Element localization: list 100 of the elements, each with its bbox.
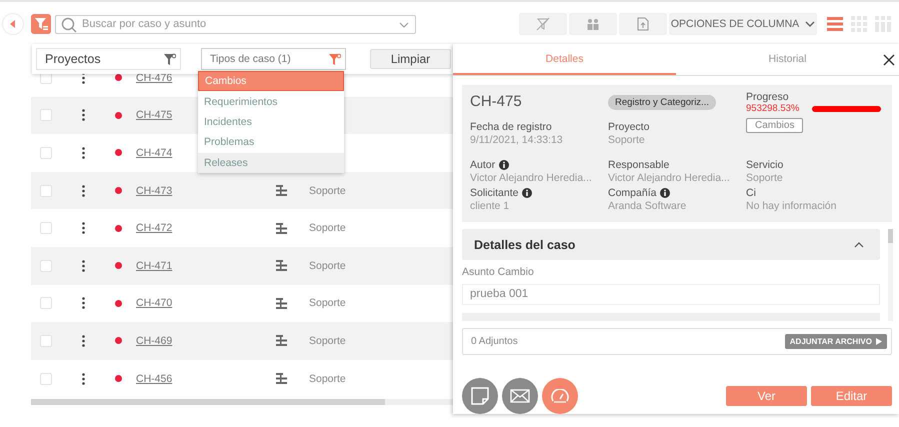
filter-button[interactable] bbox=[31, 14, 51, 34]
case-type-option[interactable]: Releases bbox=[198, 152, 344, 173]
field-label: Ci bbox=[746, 187, 756, 199]
subject-field[interactable]: prueba 001 bbox=[462, 284, 880, 306]
field-label: Autor bbox=[470, 159, 496, 171]
case-link[interactable]: CH-456 bbox=[136, 372, 172, 385]
field-value: Aranda Software bbox=[608, 200, 688, 214]
panel-tab[interactable]: Historial bbox=[676, 44, 899, 75]
row-checkbox[interactable] bbox=[40, 372, 52, 385]
case-link[interactable]: CH-473 bbox=[136, 184, 172, 197]
view-button[interactable]: Ver bbox=[726, 386, 807, 406]
case-link[interactable]: CH-470 bbox=[136, 297, 172, 310]
row-checkbox[interactable] bbox=[40, 184, 52, 197]
scrollbar-thumb[interactable] bbox=[888, 229, 893, 243]
chevron-icon[interactable] bbox=[854, 242, 864, 248]
edit-button[interactable]: Editar bbox=[811, 386, 892, 406]
more-icon[interactable] bbox=[82, 334, 85, 347]
case-link[interactable]: CH-469 bbox=[136, 334, 172, 347]
case-type-option[interactable]: Problemas bbox=[198, 132, 344, 153]
funnel-icon bbox=[329, 53, 341, 66]
case-link[interactable]: CH-476 bbox=[136, 72, 172, 84]
row-checkbox[interactable] bbox=[40, 222, 52, 234]
more-icon[interactable] bbox=[82, 146, 85, 159]
case-link[interactable]: CH-474 bbox=[136, 146, 172, 159]
panel-tab[interactable]: Detalles bbox=[453, 44, 676, 75]
attachments-count: 0 Adjuntos bbox=[471, 336, 518, 347]
project-cell: Soporte bbox=[309, 334, 346, 347]
gauge-button[interactable] bbox=[542, 378, 578, 414]
note-button[interactable] bbox=[462, 378, 498, 414]
project-icon bbox=[276, 298, 287, 309]
section-header[interactable]: Detalles del caso bbox=[462, 229, 880, 260]
project-icon bbox=[276, 335, 287, 346]
row-checkbox[interactable] bbox=[40, 109, 52, 122]
more-icon[interactable] bbox=[82, 109, 85, 122]
case-link[interactable]: CH-471 bbox=[136, 260, 172, 272]
envelope-icon bbox=[510, 389, 530, 403]
funnel-icon bbox=[164, 53, 176, 66]
play-icon bbox=[876, 338, 882, 345]
project-cell: Soporte bbox=[309, 372, 346, 385]
row-checkbox[interactable] bbox=[40, 146, 52, 159]
case-link[interactable]: CH-475 bbox=[136, 109, 172, 122]
progress-value: 953298.53% bbox=[746, 103, 800, 114]
case-type-option[interactable]: Requerimientos bbox=[198, 91, 344, 112]
info-icon[interactable] bbox=[522, 188, 532, 198]
export-icon[interactable] bbox=[619, 13, 667, 35]
more-icon[interactable] bbox=[82, 297, 85, 310]
more-icon[interactable] bbox=[82, 372, 85, 385]
funnel-icon[interactable] bbox=[519, 13, 567, 35]
section-title: Detalles del caso bbox=[474, 238, 576, 252]
clear-button[interactable]: Limpiar bbox=[370, 49, 451, 69]
case-type-option[interactable]: Incidentes bbox=[198, 112, 344, 132]
info-icon[interactable] bbox=[499, 160, 510, 170]
field-value: Victor Alejandro Heredia... bbox=[608, 172, 731, 186]
search-field[interactable]: Buscar por caso y asunto bbox=[55, 14, 416, 34]
field-label: Progreso bbox=[746, 91, 790, 103]
field-label: Responsable bbox=[608, 159, 670, 171]
project-icon bbox=[276, 373, 287, 384]
column-options-button[interactable]: OPCIONES DE COLUMNA bbox=[669, 13, 817, 35]
note-icon bbox=[471, 387, 489, 405]
field-value: 9/11/2021, 14:33:13 bbox=[470, 134, 564, 148]
row-checkbox[interactable] bbox=[40, 260, 52, 272]
project-icon bbox=[276, 222, 287, 234]
stage-badge: Registro y Categoriz... bbox=[608, 95, 716, 110]
field-value: Soporte bbox=[746, 172, 784, 186]
field-label: Solicitante bbox=[470, 187, 518, 199]
field-label: Asunto Cambio bbox=[462, 266, 535, 280]
info-icon[interactable] bbox=[660, 188, 670, 198]
case-link[interactable]: CH-472 bbox=[136, 222, 172, 234]
field-value: No hay información bbox=[746, 200, 838, 214]
close-icon[interactable] bbox=[883, 54, 895, 66]
row-checkbox[interactable] bbox=[40, 297, 52, 310]
project-cell: Soporte bbox=[309, 222, 346, 234]
more-icon[interactable] bbox=[82, 260, 85, 272]
attach-file-button[interactable]: ADJUNTAR ARCHIVO bbox=[784, 334, 887, 349]
field-label: Compañía bbox=[608, 187, 656, 199]
case-type-tag: Cambios bbox=[746, 118, 804, 133]
project-cell: Soporte bbox=[309, 297, 346, 310]
case-type-option[interactable]: Cambios bbox=[198, 71, 344, 92]
case-types-select[interactable]: Tipos de caso (1) bbox=[201, 48, 346, 70]
collapse-icon[interactable] bbox=[3, 14, 23, 34]
project-cell: Soporte bbox=[309, 184, 346, 197]
more-icon[interactable] bbox=[82, 222, 85, 234]
row-checkbox[interactable] bbox=[40, 334, 52, 347]
gauge-icon bbox=[551, 389, 569, 403]
list-view-icon[interactable] bbox=[827, 16, 843, 32]
mail-button[interactable] bbox=[502, 378, 538, 414]
search-icon bbox=[61, 16, 77, 32]
case-id: CH-475 bbox=[470, 93, 523, 110]
field-label: Fecha de registro bbox=[470, 121, 552, 133]
projects-select[interactable]: Proyectos bbox=[36, 48, 181, 70]
people-icon[interactable] bbox=[569, 13, 617, 35]
scrollbar-thumb[interactable] bbox=[31, 399, 385, 406]
field-label: Servicio bbox=[746, 159, 784, 171]
field-value: cliente 1 bbox=[470, 200, 510, 214]
caret-icon[interactable] bbox=[399, 22, 409, 28]
field-value: Victor Alejandro Heredia... bbox=[470, 172, 593, 186]
more-icon[interactable] bbox=[82, 184, 85, 197]
field-label: Proyecto bbox=[608, 121, 650, 133]
caret-icon bbox=[805, 21, 816, 27]
project-icon bbox=[276, 185, 287, 196]
